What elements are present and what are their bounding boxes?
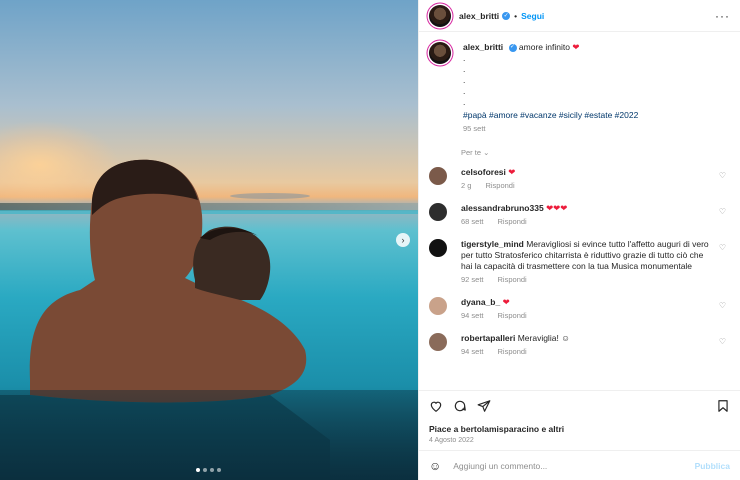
reply-button[interactable]: Rispondi	[498, 311, 527, 320]
follow-button[interactable]: Segui	[521, 11, 544, 21]
like-comment-heart-icon[interactable]: ♡	[719, 337, 726, 346]
post-actions: Piace a bertolamisparacino e altri 4 Ago…	[419, 390, 740, 450]
reply-button[interactable]: Rispondi	[498, 347, 527, 356]
commenter-avatar[interactable]	[429, 297, 447, 315]
caption-dot-line: .	[463, 53, 466, 63]
post-header: alex_britti ✓ • Segui ···	[419, 0, 740, 32]
comment-time: 94 sett	[461, 347, 484, 356]
save-bookmark-icon[interactable]	[716, 399, 730, 416]
red-heart-emoji-icon: ❤	[508, 167, 516, 177]
heart-eyes-emoji-icon: ☺	[561, 333, 570, 343]
reply-button[interactable]: Rispondi	[498, 275, 527, 284]
commenter-username[interactable]: dyana_b_	[461, 297, 500, 307]
comment-item: dyana_b_ ❤ 94 sett Rispondi ♡	[429, 297, 730, 321]
like-comment-heart-icon[interactable]: ♡	[719, 243, 726, 252]
caption-dot-line: .	[463, 86, 466, 96]
like-comment-heart-icon[interactable]: ♡	[719, 207, 726, 216]
likes-summary[interactable]: Piace a bertolamisparacino e altri	[429, 424, 730, 434]
emoji-smiley-icon[interactable]: ☺	[429, 459, 441, 473]
carousel-dot	[217, 468, 221, 472]
next-photo-arrow-icon[interactable]: ›	[396, 233, 410, 247]
comment-bubble-icon[interactable]	[453, 399, 467, 416]
comment-time: 92 sett	[461, 275, 484, 284]
verified-badge-icon: ✓	[508, 43, 517, 52]
comment-sort-dropdown[interactable]: Per te ⌄	[461, 148, 730, 157]
red-heart-emoji-icon: ❤	[572, 42, 580, 52]
add-comment-input[interactable]: Aggiungi un commento...	[453, 461, 694, 471]
carousel-dot	[210, 468, 214, 472]
post-caption: alex_britti ✓ amore infinito ❤ . . . . .…	[429, 42, 730, 134]
reply-button[interactable]: Rispondi	[498, 217, 527, 226]
comment-time: 2 g	[461, 181, 472, 190]
commenter-username[interactable]: tigerstyle_mind	[461, 239, 524, 249]
instagram-post-view: › alex_britti ✓ • Segui ··· alex_britti …	[0, 0, 740, 480]
comment-item: celsoforesi ❤ 2 g Rispondi ♡	[429, 167, 730, 191]
caption-dot-line: .	[463, 75, 466, 85]
commenter-avatar[interactable]	[429, 167, 447, 185]
like-heart-icon[interactable]	[429, 399, 443, 416]
add-comment-bar: ☺ Aggiungi un commento... Pubblica	[419, 450, 740, 480]
author-avatar[interactable]	[429, 4, 451, 27]
reply-button[interactable]: Rispondi	[485, 181, 514, 190]
comment-text: Meraviglia!	[517, 333, 559, 343]
commenter-avatar[interactable]	[429, 333, 447, 351]
sort-label: Per te	[461, 148, 482, 157]
comment-item: robertapalleri Meraviglia! ☺ 94 sett Risp…	[429, 333, 730, 357]
caption-hashtags[interactable]: #papà #amore #vacanze #sicily #estate #2…	[463, 110, 638, 121]
commenter-username[interactable]: robertapalleri	[461, 333, 515, 343]
comment-time: 94 sett	[461, 311, 484, 320]
chevron-down-icon: ⌄	[483, 148, 490, 157]
commenter-username[interactable]: celsoforesi	[461, 167, 506, 177]
post-sidebar: alex_britti ✓ • Segui ··· alex_britti ✓ …	[418, 0, 740, 480]
caption-username[interactable]: alex_britti	[463, 42, 503, 52]
red-heart-emoji-icon: ❤	[502, 297, 510, 307]
share-send-icon[interactable]	[477, 399, 491, 416]
commenter-avatar[interactable]	[429, 203, 447, 221]
caption-dot-line: .	[463, 64, 466, 74]
comment-item: tigerstyle_mind Meravigliosi si evince t…	[429, 239, 730, 285]
caption-time: 95 sett	[463, 124, 486, 133]
red-hearts-emoji-icon: ❤❤❤	[546, 203, 568, 213]
carousel-dot	[203, 468, 207, 472]
comment-time: 68 sett	[461, 217, 484, 226]
caption-text: amore infinito	[518, 42, 570, 52]
more-options-icon[interactable]: ···	[715, 9, 730, 23]
author-username[interactable]: alex_britti	[459, 11, 499, 21]
comment-item: alessandrabruno335 ❤❤❤ 68 sett Rispondi ♡	[429, 203, 730, 227]
commenter-avatar[interactable]	[429, 239, 447, 257]
carousel-dot	[196, 468, 200, 472]
header-separator: •	[514, 10, 518, 21]
water-shadow	[0, 390, 418, 480]
verified-badge-icon: ✓	[502, 11, 511, 20]
commenter-username[interactable]: alessandrabruno335	[461, 203, 544, 213]
carousel-dots	[196, 468, 221, 472]
caption-author-avatar[interactable]	[429, 42, 451, 64]
like-comment-heart-icon[interactable]: ♡	[719, 171, 726, 180]
post-date: 4 Agosto 2022	[429, 437, 474, 444]
comments-section: alex_britti ✓ amore infinito ❤ . . . . .…	[419, 32, 740, 390]
caption-dot-line: .	[463, 97, 466, 107]
like-comment-heart-icon[interactable]: ♡	[719, 301, 726, 310]
post-photo[interactable]: ›	[0, 0, 418, 480]
publish-button[interactable]: Pubblica	[695, 461, 730, 471]
